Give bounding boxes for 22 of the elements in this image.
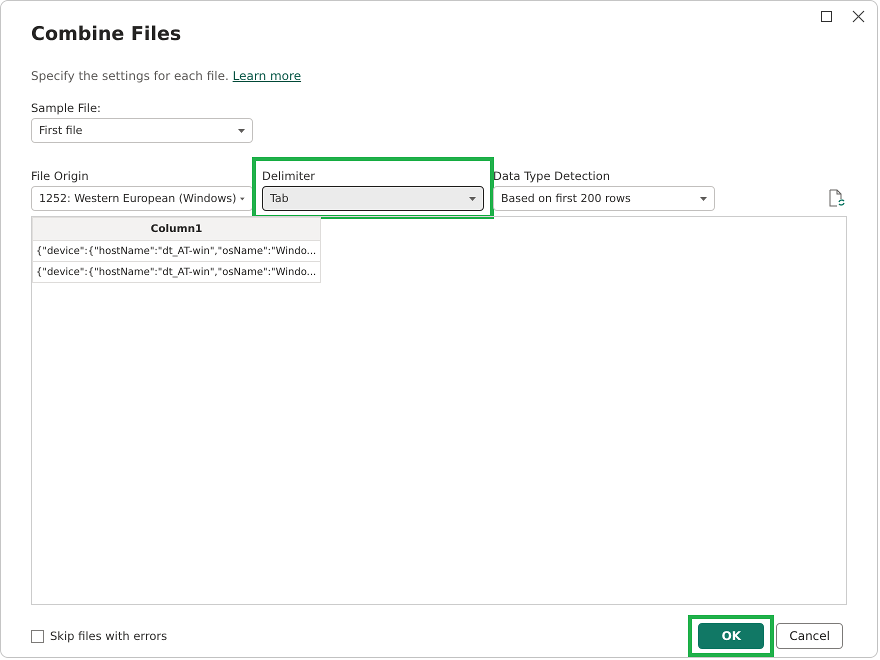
refresh-file-icon[interactable]: [829, 189, 845, 207]
description-text: Specify the settings for each file. Learn more: [31, 69, 302, 83]
caret-icon: [700, 196, 707, 200]
field-label: Sample File:: [31, 101, 101, 115]
caret-icon: [240, 196, 245, 200]
caret-icon: [238, 128, 245, 132]
sample-file-dropdown[interactable]: First file: [31, 118, 253, 143]
table-cell: {"device":{"hostName":"dt_AT-win","osName":"Windo...: [32, 240, 320, 262]
field-label: Delimiter: [262, 169, 316, 183]
field-label: Data Type Detection: [493, 169, 610, 183]
column-header: Column1: [32, 218, 320, 240]
dropdown[interactable]: 1252: Western European (Windows): [31, 186, 253, 211]
caret-icon: [469, 196, 476, 200]
table-cell: {"device":{"hostName":"dt_AT-win","osName":"Windo...: [32, 262, 320, 282]
ok-button[interactable]: OK: [698, 623, 764, 649]
dialog-title: Combine Files: [31, 23, 182, 45]
dropdown[interactable]: Tab: [262, 186, 484, 211]
checkbox-square[interactable]: [31, 630, 44, 642]
learn-more-link[interactable]: Learn more: [232, 69, 302, 83]
cancel-button[interactable]: Cancel: [776, 623, 843, 649]
dropdown[interactable]: Based on first 200 rows: [493, 186, 715, 211]
field-label: File Origin: [31, 169, 89, 183]
